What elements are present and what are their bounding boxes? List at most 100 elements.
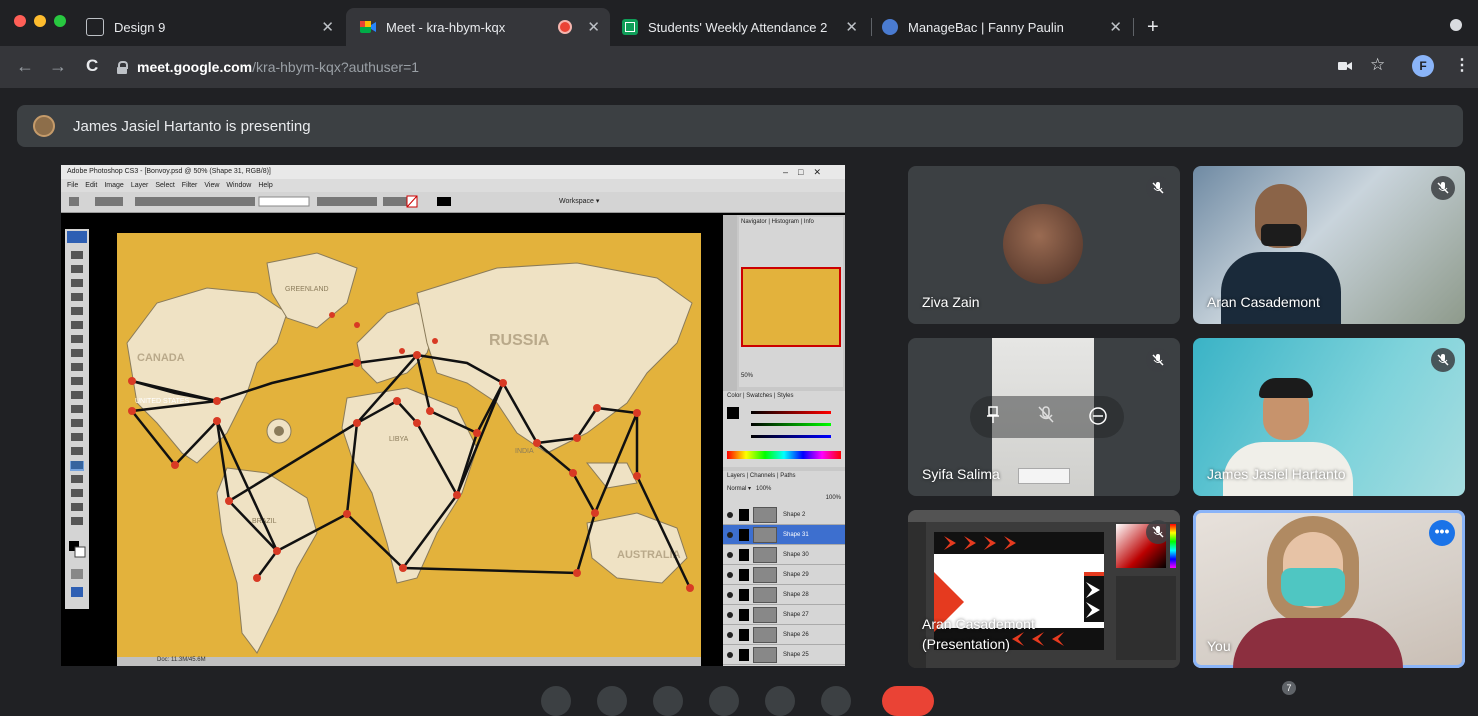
close-window-button[interactable] bbox=[14, 15, 26, 27]
address-bar[interactable]: meet.google.com/kra-hbym-kqx?authuser=1 bbox=[117, 53, 1392, 81]
photoshop-menu-item[interactable]: Help bbox=[258, 182, 272, 189]
eye-icon[interactable] bbox=[727, 531, 733, 538]
layer-row[interactable]: Shape 31 bbox=[723, 525, 845, 545]
tab-navigator[interactable]: Navigator bbox=[741, 219, 767, 225]
participant-tile[interactable]: Aran Casademont (Presentation) bbox=[908, 510, 1180, 668]
more-button[interactable] bbox=[821, 686, 851, 716]
hue-strip-thumb bbox=[1170, 524, 1176, 568]
back-arrow-icon[interactable]: ← bbox=[16, 56, 34, 77]
present-button[interactable] bbox=[765, 686, 795, 716]
tab-swatches[interactable]: Swatches bbox=[746, 393, 772, 399]
eye-icon[interactable] bbox=[727, 631, 733, 638]
eye-icon[interactable] bbox=[727, 611, 733, 618]
panel-dock-icons[interactable] bbox=[723, 215, 737, 395]
ps-panels-thumb bbox=[1116, 576, 1176, 660]
workspace-label: Workspace bbox=[559, 198, 594, 205]
photoshop-status-bar: Doc: 11.3M/45.6M bbox=[117, 657, 701, 666]
eye-icon[interactable] bbox=[727, 651, 733, 658]
remove-participant-icon[interactable] bbox=[1088, 406, 1108, 431]
photoshop-menu-item[interactable]: File bbox=[67, 182, 78, 189]
tab-paths[interactable]: Paths bbox=[780, 473, 795, 479]
window-controls bbox=[14, 15, 66, 27]
green-slider[interactable] bbox=[751, 423, 831, 426]
layer-row[interactable]: Shape 26 bbox=[723, 625, 845, 645]
camera-in-use-icon[interactable] bbox=[1338, 58, 1352, 75]
layer-row[interactable]: Shape 27 bbox=[723, 605, 845, 625]
layer-name: Shape 25 bbox=[783, 651, 809, 658]
raise-hand-button[interactable] bbox=[709, 686, 739, 716]
tab-meet[interactable]: Meet - kra-hbym-kqx ✕ bbox=[346, 8, 610, 46]
blend-mode-select[interactable]: Normal bbox=[727, 486, 746, 492]
photoshop-menu-item[interactable]: Window bbox=[226, 182, 251, 189]
layer-row[interactable]: Shape 30 bbox=[723, 545, 845, 565]
meet-icon bbox=[360, 19, 376, 35]
new-tab-button[interactable]: + bbox=[1147, 16, 1159, 39]
more-options-button[interactable]: ••• bbox=[1429, 520, 1455, 546]
close-tab-icon[interactable]: ✕ bbox=[845, 18, 858, 36]
close-tab-icon[interactable]: ✕ bbox=[1109, 18, 1122, 36]
kebab-menu-icon[interactable]: ⋮ bbox=[1454, 55, 1470, 75]
blue-slider[interactable] bbox=[751, 435, 831, 438]
red-slider[interactable] bbox=[751, 411, 831, 414]
tab-layers[interactable]: Layers bbox=[727, 473, 745, 479]
photoshop-menu-item[interactable]: Filter bbox=[182, 182, 198, 189]
participant-tile[interactable]: Syifa Salima bbox=[908, 338, 1180, 496]
photoshop-panels[interactable]: Navigator | Histogram | Info 50% Color |… bbox=[723, 215, 845, 666]
tab-info[interactable]: Info bbox=[804, 219, 814, 225]
navigator-thumbnail[interactable] bbox=[741, 267, 841, 347]
mute-participant-icon[interactable] bbox=[1038, 406, 1054, 429]
tab-design-9[interactable]: Design 9 ✕ bbox=[86, 8, 344, 46]
participant-tile[interactable]: Ziva Zain bbox=[908, 166, 1180, 324]
shared-screen[interactable]: Adobe Photoshop CS3 - [Bonvoy.psd @ 50% … bbox=[61, 165, 845, 666]
eye-icon[interactable] bbox=[727, 511, 733, 518]
fill-field[interactable]: 100% bbox=[826, 495, 841, 501]
map-canvas[interactable]: CANADA RUSSIA AUSTRALIA GREENLAND UNITED… bbox=[117, 233, 701, 663]
pin-icon[interactable] bbox=[986, 406, 1000, 429]
tab-channels[interactable]: Channels bbox=[750, 473, 775, 479]
layer-name: Shape 27 bbox=[783, 611, 809, 618]
ps-menubar-thumb bbox=[908, 510, 1180, 522]
bookmark-star-icon[interactable]: ☆ bbox=[1370, 55, 1385, 75]
layer-row[interactable]: Shape 29 bbox=[723, 565, 845, 585]
tab-color[interactable]: Color bbox=[727, 393, 741, 399]
layer-row[interactable]: Shape 28 bbox=[723, 585, 845, 605]
tab-styles[interactable]: Styles bbox=[777, 393, 793, 399]
camera-button[interactable] bbox=[597, 686, 627, 716]
photoshop-toolbox[interactable] bbox=[65, 229, 89, 609]
participant-tile-self[interactable]: ••• You bbox=[1193, 510, 1465, 668]
layer-thumbnail bbox=[739, 628, 749, 641]
layer-name: Shape 30 bbox=[783, 551, 809, 558]
chrome-menu-icon[interactable] bbox=[1450, 19, 1462, 31]
mic-button[interactable] bbox=[541, 686, 571, 716]
profile-avatar[interactable]: F bbox=[1412, 55, 1434, 77]
close-tab-icon[interactable]: ✕ bbox=[587, 18, 600, 36]
photoshop-menu-item[interactable]: View bbox=[204, 182, 219, 189]
layer-row[interactable]: Shape 25 bbox=[723, 645, 845, 665]
reload-icon[interactable]: C bbox=[86, 56, 98, 76]
captions-button[interactable] bbox=[653, 686, 683, 716]
color-ramp[interactable] bbox=[727, 451, 841, 459]
workspace-menu[interactable]: Workspace ▾ bbox=[559, 197, 599, 205]
foreground-color[interactable] bbox=[727, 407, 739, 419]
tab-attendance[interactable]: Students' Weekly Attendance 2 ✕ bbox=[622, 8, 868, 46]
zoom-window-button[interactable] bbox=[54, 15, 66, 27]
layer-row[interactable]: Shape 2 bbox=[723, 505, 845, 525]
tool-icons bbox=[67, 231, 87, 597]
tab-histogram[interactable]: Histogram bbox=[772, 219, 799, 225]
minimize-window-button[interactable] bbox=[34, 15, 46, 27]
zoom-level[interactable]: 50% bbox=[741, 373, 753, 379]
eye-icon[interactable] bbox=[727, 551, 733, 558]
tab-managebac[interactable]: ManageBac | Fanny Paulin ✕ bbox=[882, 8, 1132, 46]
photoshop-menu-item[interactable]: Image bbox=[104, 182, 123, 189]
photoshop-menu-item[interactable]: Layer bbox=[131, 182, 149, 189]
participant-tile[interactable]: Aran Casademont bbox=[1193, 166, 1465, 324]
eye-icon[interactable] bbox=[727, 571, 733, 578]
photoshop-menu-item[interactable]: Select bbox=[155, 182, 174, 189]
end-call-button[interactable] bbox=[882, 686, 934, 716]
eye-icon[interactable] bbox=[727, 591, 733, 598]
close-tab-icon[interactable]: ✕ bbox=[321, 18, 334, 36]
opacity-field[interactable]: 100% bbox=[756, 486, 771, 492]
participant-tile[interactable]: James Jasiel Hartanto bbox=[1193, 338, 1465, 496]
forward-arrow-icon[interactable]: → bbox=[49, 56, 67, 77]
photoshop-menu-item[interactable]: Edit bbox=[85, 182, 97, 189]
